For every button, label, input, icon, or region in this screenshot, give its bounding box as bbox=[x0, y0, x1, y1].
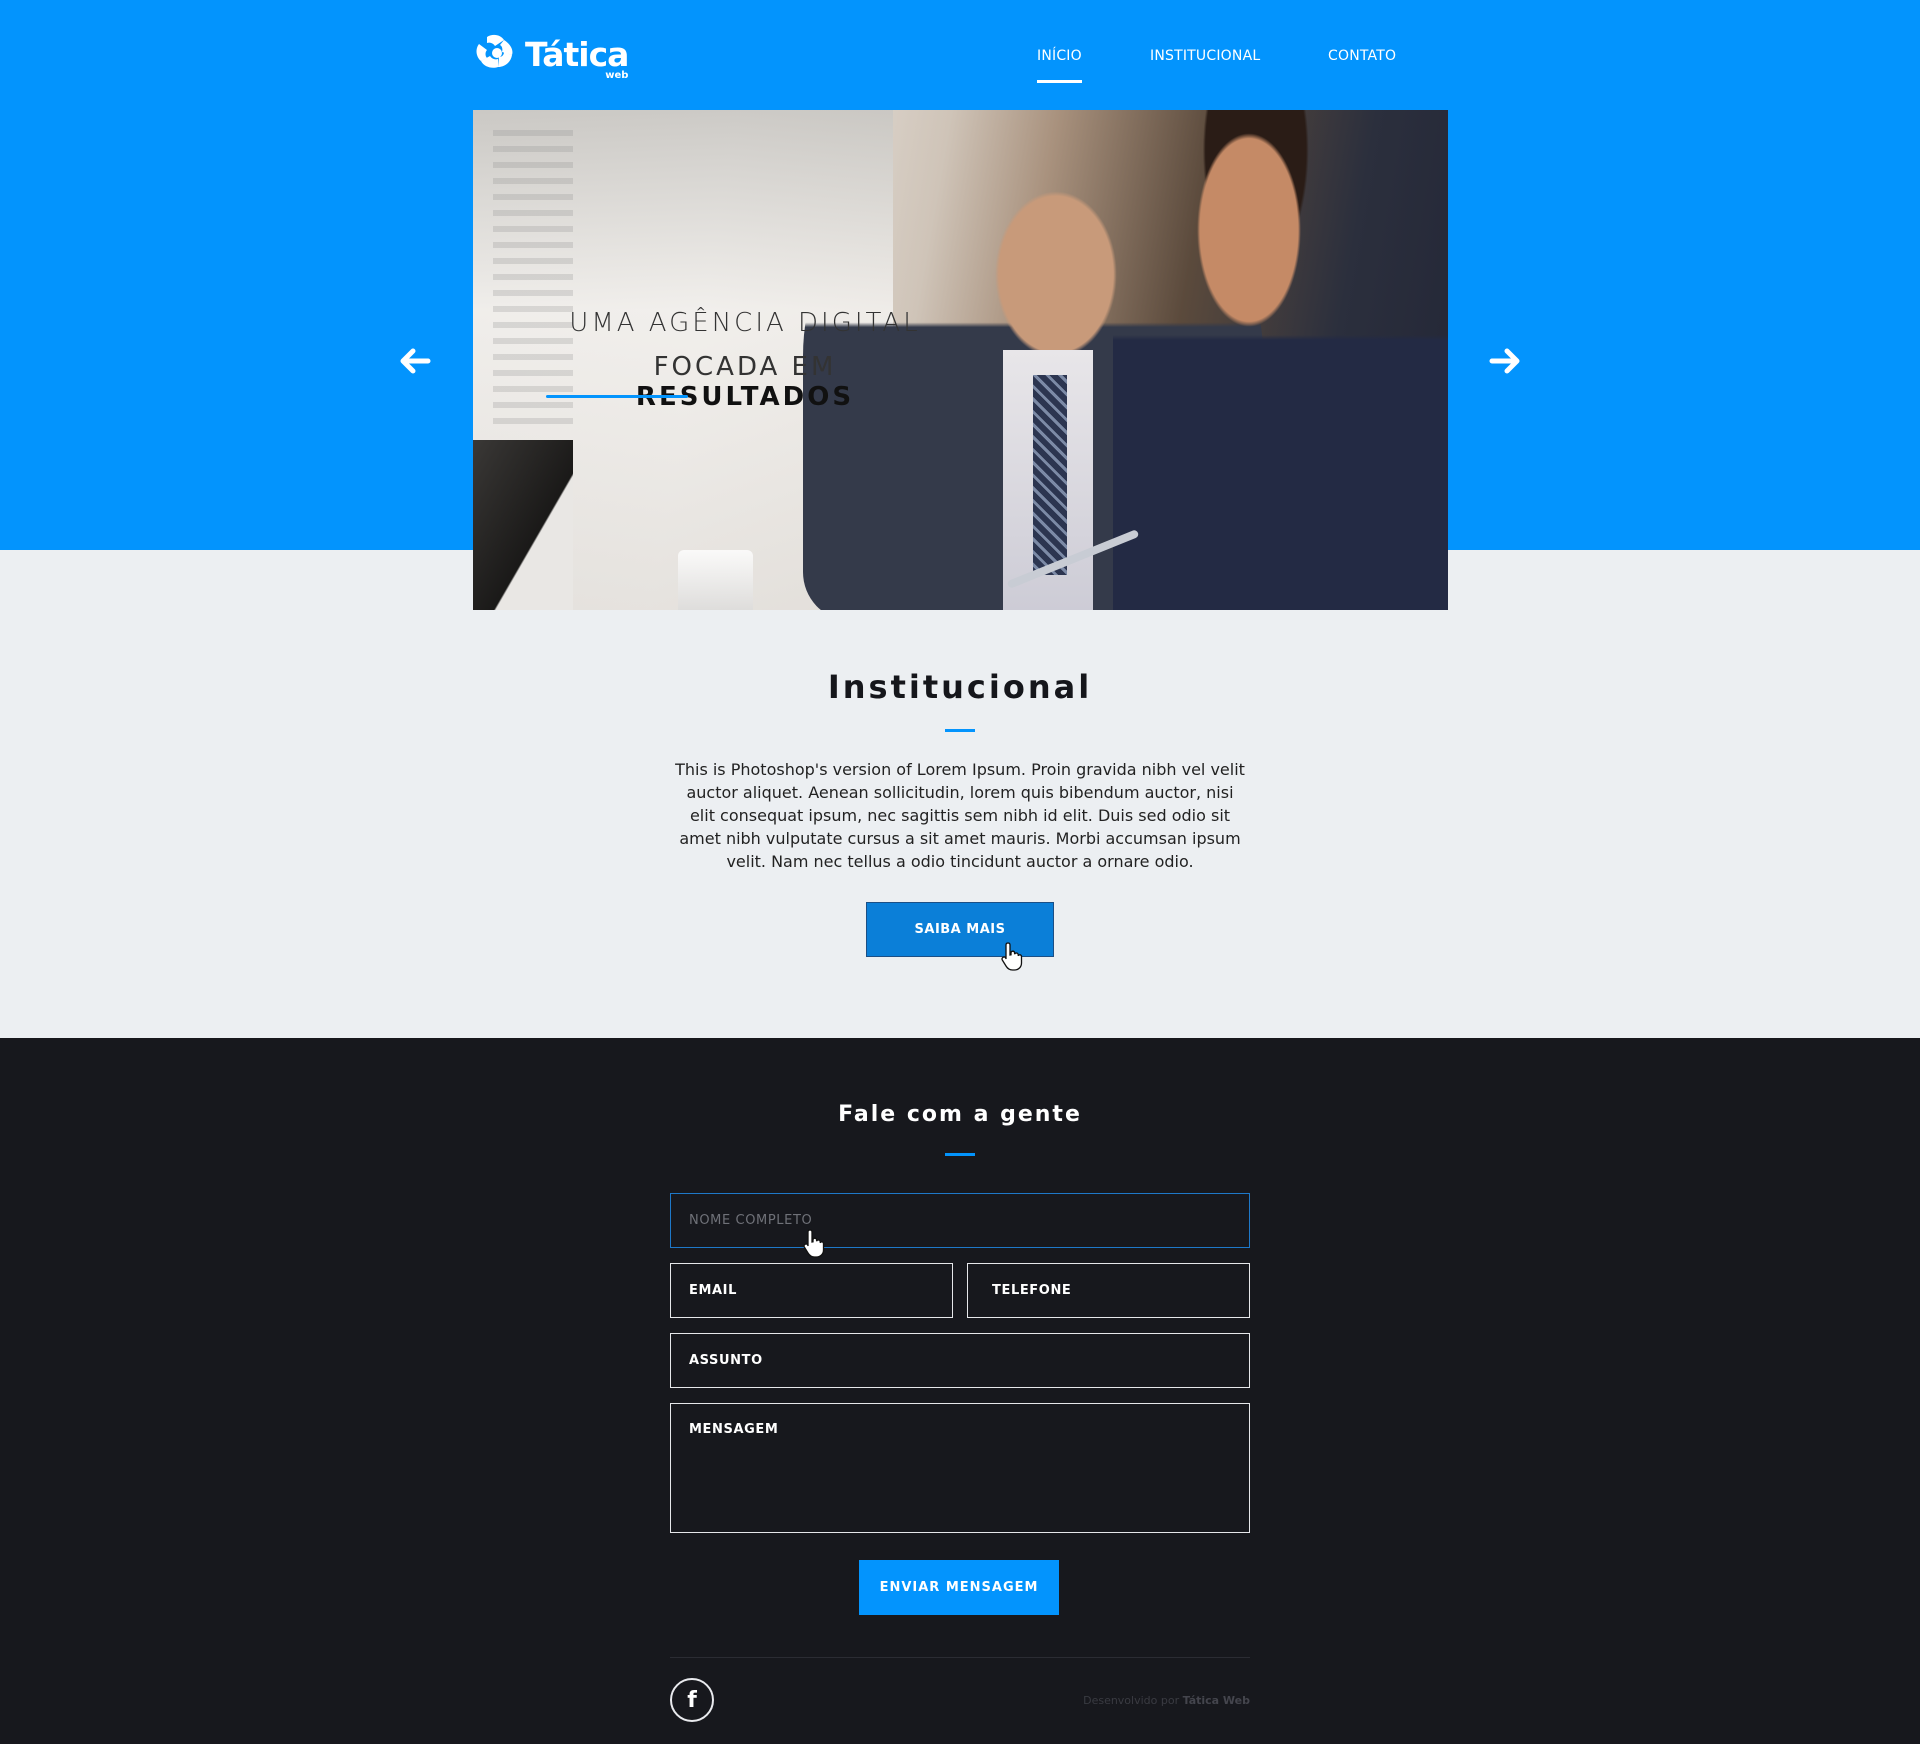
hero-line-1: UMA AGÊNCIA DIGITAL bbox=[569, 308, 921, 338]
nav-item-institucional[interactable]: INSTITUCIONAL bbox=[1150, 48, 1260, 64]
institucional-title: Institucional bbox=[827, 668, 1093, 706]
hero-underline bbox=[546, 395, 688, 398]
contact-title: Fale com a gente bbox=[838, 1102, 1082, 1127]
slider-next-button[interactable] bbox=[1482, 338, 1528, 384]
hero-line-2: FOCADA EM RESULTADOS bbox=[635, 352, 855, 412]
name-input[interactable] bbox=[670, 1193, 1250, 1248]
tatica-logo-icon bbox=[476, 34, 513, 68]
arrow-left-icon bbox=[400, 348, 431, 374]
contact-title-bar bbox=[945, 1153, 975, 1156]
send-message-button[interactable]: ENVIAR MENSAGEM bbox=[859, 1560, 1059, 1615]
logo[interactable]: Tática web bbox=[473, 30, 629, 81]
facebook-icon[interactable]: f bbox=[670, 1678, 714, 1722]
footer-divider bbox=[670, 1657, 1250, 1658]
subject-input[interactable] bbox=[670, 1333, 1250, 1388]
footer-credit: Desenvolvido por Tática Web bbox=[1083, 1694, 1250, 1707]
slider-prev-button[interactable] bbox=[392, 338, 438, 384]
arrow-right-icon bbox=[1489, 348, 1520, 374]
message-textarea[interactable] bbox=[670, 1403, 1250, 1533]
logo-name: Tática bbox=[525, 35, 629, 74]
hand-cursor-icon bbox=[1001, 942, 1023, 971]
institucional-title-bar bbox=[945, 729, 975, 732]
phone-input[interactable] bbox=[967, 1263, 1250, 1318]
email-input[interactable] bbox=[670, 1263, 953, 1318]
nav-item-inicio[interactable]: INÍCIO bbox=[1037, 48, 1082, 83]
institucional-text: This is Photoshop's version of Lorem Ips… bbox=[675, 760, 1245, 871]
contact-section bbox=[0, 1038, 1920, 1744]
saiba-mais-button[interactable]: SAIBA MAIS bbox=[866, 902, 1054, 957]
nav-item-contato[interactable]: CONTATO bbox=[1328, 48, 1396, 64]
hand-cursor-icon bbox=[803, 1229, 825, 1258]
logo-sub: web bbox=[605, 70, 629, 81]
